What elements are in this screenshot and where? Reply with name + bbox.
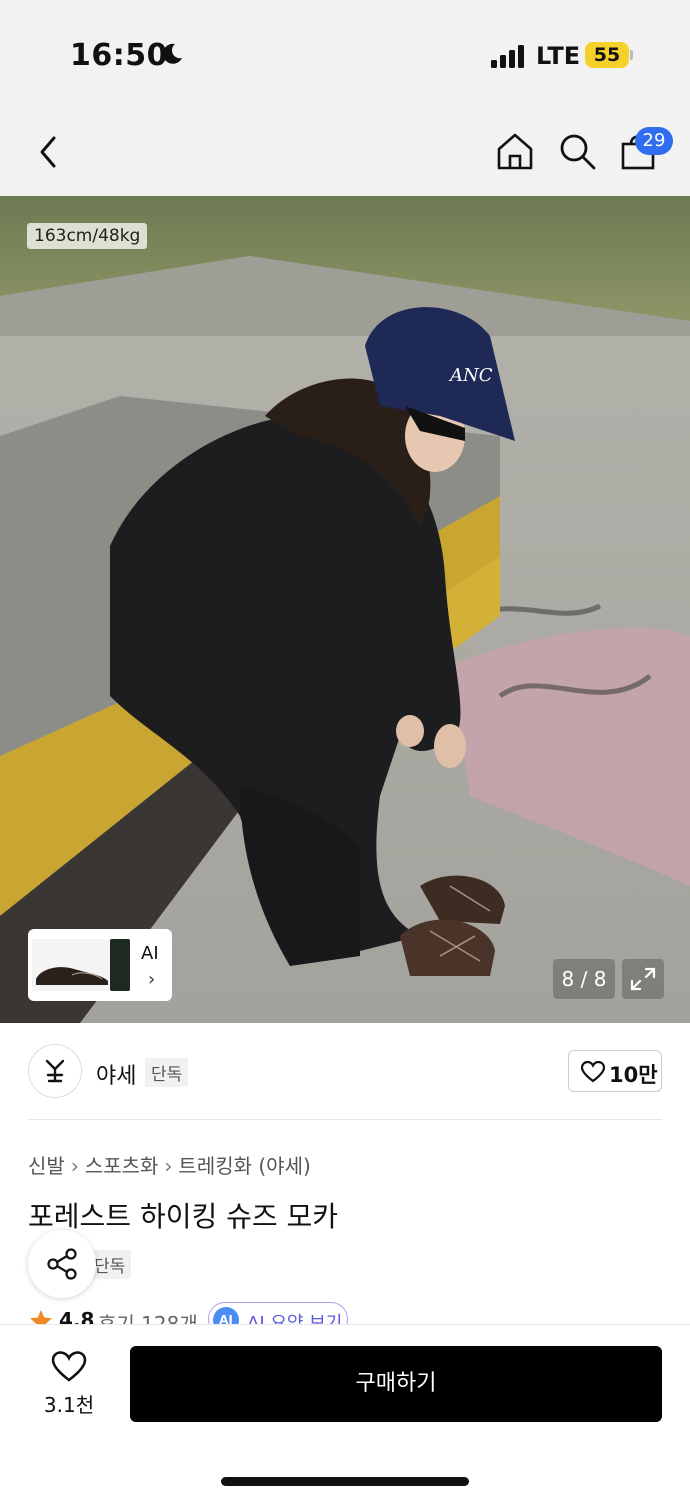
top-nav: [0, 110, 690, 196]
divider: [28, 1119, 662, 1120]
moon-icon: [162, 43, 182, 64]
heart-icon: [581, 1061, 605, 1083]
buy-button[interactable]: 구매하기: [130, 1346, 662, 1422]
signal-icon: [491, 44, 525, 68]
shoe-thumbnail: [32, 939, 110, 991]
wishlist-count: 3.1천: [43, 1393, 95, 1417]
expand-image-button[interactable]: [622, 959, 664, 999]
bottom-purchase-bar: 3.1천 구매하기: [0, 1324, 690, 1500]
brand-exclusive-tag: 단독: [145, 1058, 189, 1087]
ai-similar-item-card[interactable]: AI ›: [28, 929, 172, 1001]
home-icon[interactable]: [494, 130, 536, 172]
chevron-right-icon: ›: [148, 969, 156, 990]
product-photo: ANC: [0, 196, 690, 1023]
brand-emblem-icon: [45, 1059, 65, 1083]
ai-summary-label: AI 요약 보기: [247, 1313, 343, 1324]
product-image-carousel[interactable]: ANC 163cm/48kg AI › 8 / 8: [0, 196, 690, 1023]
brand-logo[interactable]: [28, 1044, 82, 1098]
model-thumbnail: [110, 939, 130, 991]
svg-text:ANC: ANC: [448, 365, 493, 386]
breadcrumb-item-sports-shoes[interactable]: 스포츠화: [85, 1154, 159, 1178]
brand-like-count: 10만: [609, 1063, 658, 1087]
search-icon[interactable]: [556, 130, 598, 172]
heart-icon[interactable]: [51, 1351, 87, 1383]
breadcrumb-separator: ›: [70, 1154, 79, 1178]
ai-label: AI: [141, 943, 159, 964]
network-type: LTE: [536, 42, 581, 70]
status-bar: 16:50 LTE 55: [0, 0, 690, 110]
category-breadcrumb: 신발 › 스포츠화 › 트레킹화 (야세): [28, 1150, 311, 1179]
status-time: 16:50: [70, 38, 168, 73]
review-count-link[interactable]: 후기 128개: [98, 1308, 198, 1324]
ai-summary-button[interactable]: AI AI 요약 보기: [208, 1302, 348, 1324]
star-icon: [30, 1310, 52, 1324]
expand-icon: [630, 967, 656, 991]
back-arrow-icon[interactable]: [30, 130, 70, 174]
cart-count-badge[interactable]: 29: [635, 127, 673, 155]
brand-name[interactable]: 야세: [96, 1058, 136, 1090]
product-title: 포레스트 하이킹 슈즈 모카: [28, 1200, 339, 1233]
rating-value: 4.8: [59, 1308, 95, 1324]
home-indicator: [221, 1477, 469, 1486]
image-page-counter: 8 / 8: [553, 959, 615, 999]
brand-like-button[interactable]: 10만: [568, 1050, 662, 1092]
battery-tip: [630, 50, 633, 60]
breadcrumb-item-trekking[interactable]: 트레킹화 (야세): [178, 1154, 310, 1178]
breadcrumb-item-shoes[interactable]: 신발: [28, 1154, 65, 1178]
model-size-tag: 163cm/48kg: [27, 223, 148, 249]
share-button[interactable]: [28, 1230, 96, 1298]
ai-badge-icon: AI: [213, 1307, 239, 1324]
battery-icon: 55: [585, 42, 629, 68]
share-icon: [47, 1248, 77, 1280]
breadcrumb-separator: ›: [164, 1154, 173, 1178]
rating-row: 4.8 후기 128개 AI AI 요약 보기: [28, 1302, 428, 1324]
